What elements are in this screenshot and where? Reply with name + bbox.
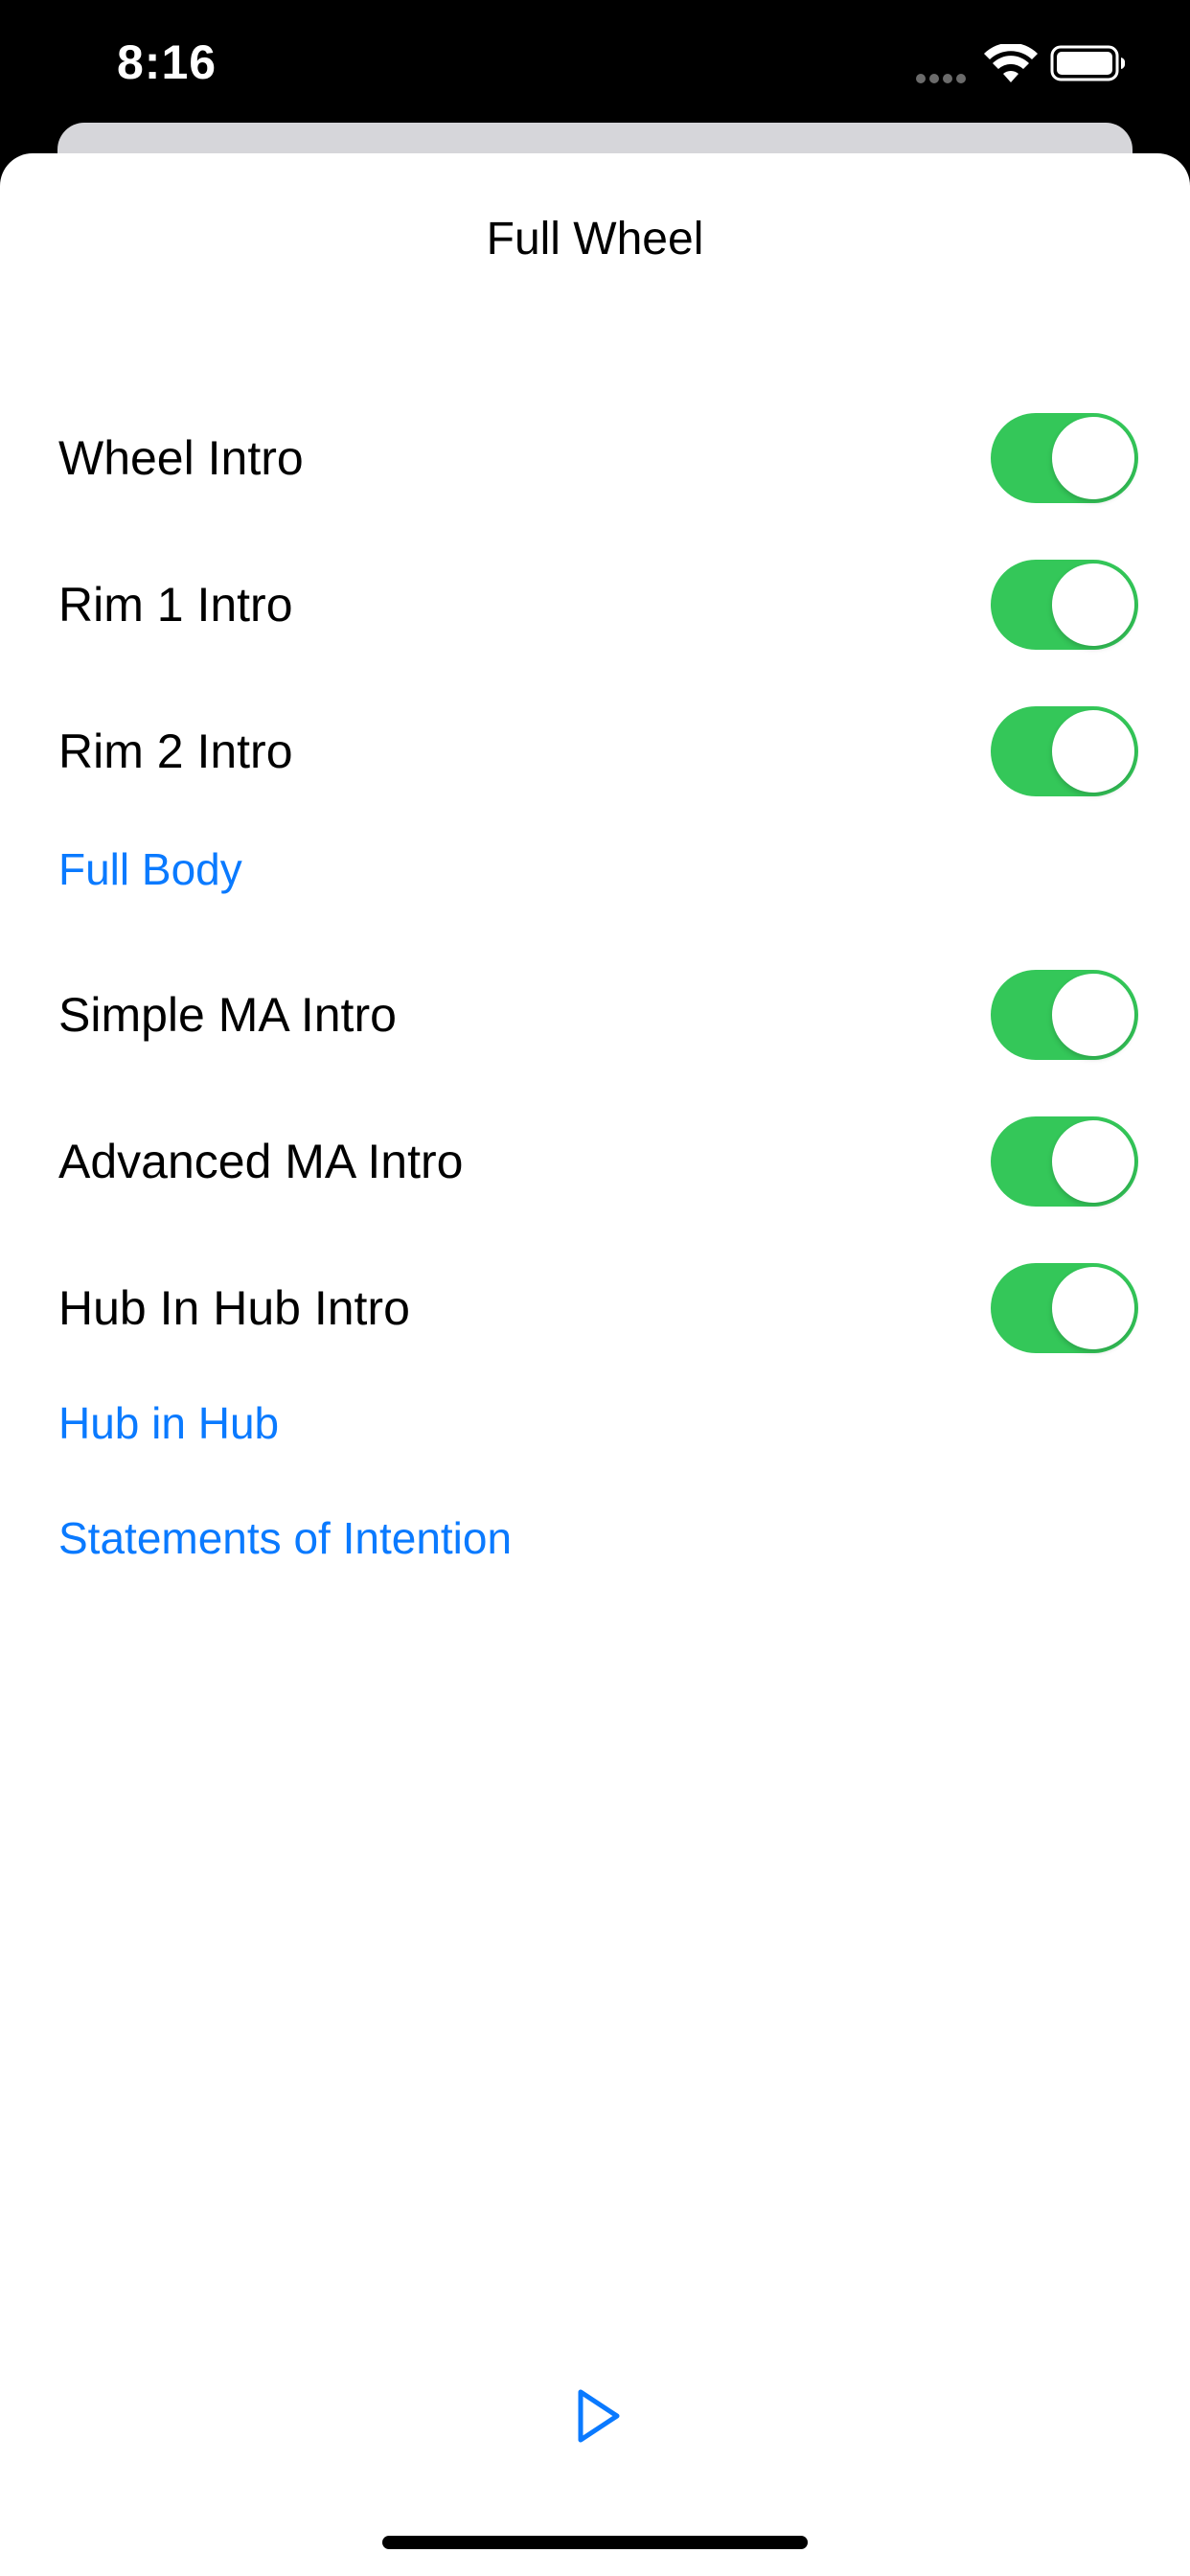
toggle-knob [1052, 417, 1134, 499]
rim-2-intro-toggle[interactable] [991, 706, 1138, 796]
toggle-knob [1052, 710, 1134, 793]
toggle-label: Wheel Intro [58, 431, 304, 485]
status-bar: 8:16 [0, 0, 1190, 126]
home-indicator [382, 2536, 808, 2549]
wifi-icon [984, 44, 1038, 82]
play-icon[interactable] [569, 2384, 627, 2448]
modal-sheet: Full Wheel Wheel Intro Rim 1 Intro Rim 2… [0, 153, 1190, 2576]
wheel-intro-toggle[interactable] [991, 413, 1138, 503]
battery-icon [1050, 45, 1126, 81]
rim-1-intro-toggle[interactable] [991, 560, 1138, 650]
toggle-label: Simple MA Intro [58, 988, 397, 1042]
statements-of-intention-link[interactable]: Statements of Intention [58, 1512, 512, 1564]
signal-dots-icon [916, 71, 970, 83]
simple-ma-intro-toggle[interactable] [991, 970, 1138, 1060]
toggle-row-advanced-ma-intro: Advanced MA Intro [0, 1094, 1190, 1229]
toggle-knob [1052, 974, 1134, 1056]
toggle-row-rim-2-intro: Rim 2 Intro [0, 684, 1190, 818]
toggle-row-wheel-intro: Wheel Intro [0, 391, 1190, 525]
toggle-knob [1052, 1120, 1134, 1203]
full-body-link[interactable]: Full Body [58, 843, 242, 895]
toggle-label: Hub In Hub Intro [58, 1281, 410, 1335]
status-time: 8:16 [117, 35, 217, 89]
toggle-row-simple-ma-intro: Simple MA Intro [0, 948, 1190, 1082]
hub-in-hub-link[interactable]: Hub in Hub [58, 1397, 279, 1449]
hub-in-hub-intro-toggle[interactable] [991, 1263, 1138, 1353]
toggle-row-hub-in-hub-intro: Hub In Hub Intro [0, 1241, 1190, 1375]
toggle-knob [1052, 1267, 1134, 1349]
toggle-label: Rim 2 Intro [58, 724, 293, 778]
toggle-label: Rim 1 Intro [58, 578, 293, 632]
toggle-knob [1052, 564, 1134, 646]
advanced-ma-intro-toggle[interactable] [991, 1116, 1138, 1207]
toggle-row-rim-1-intro: Rim 1 Intro [0, 538, 1190, 672]
toggle-label: Advanced MA Intro [58, 1135, 464, 1188]
page-title: Full Wheel [486, 214, 704, 264]
